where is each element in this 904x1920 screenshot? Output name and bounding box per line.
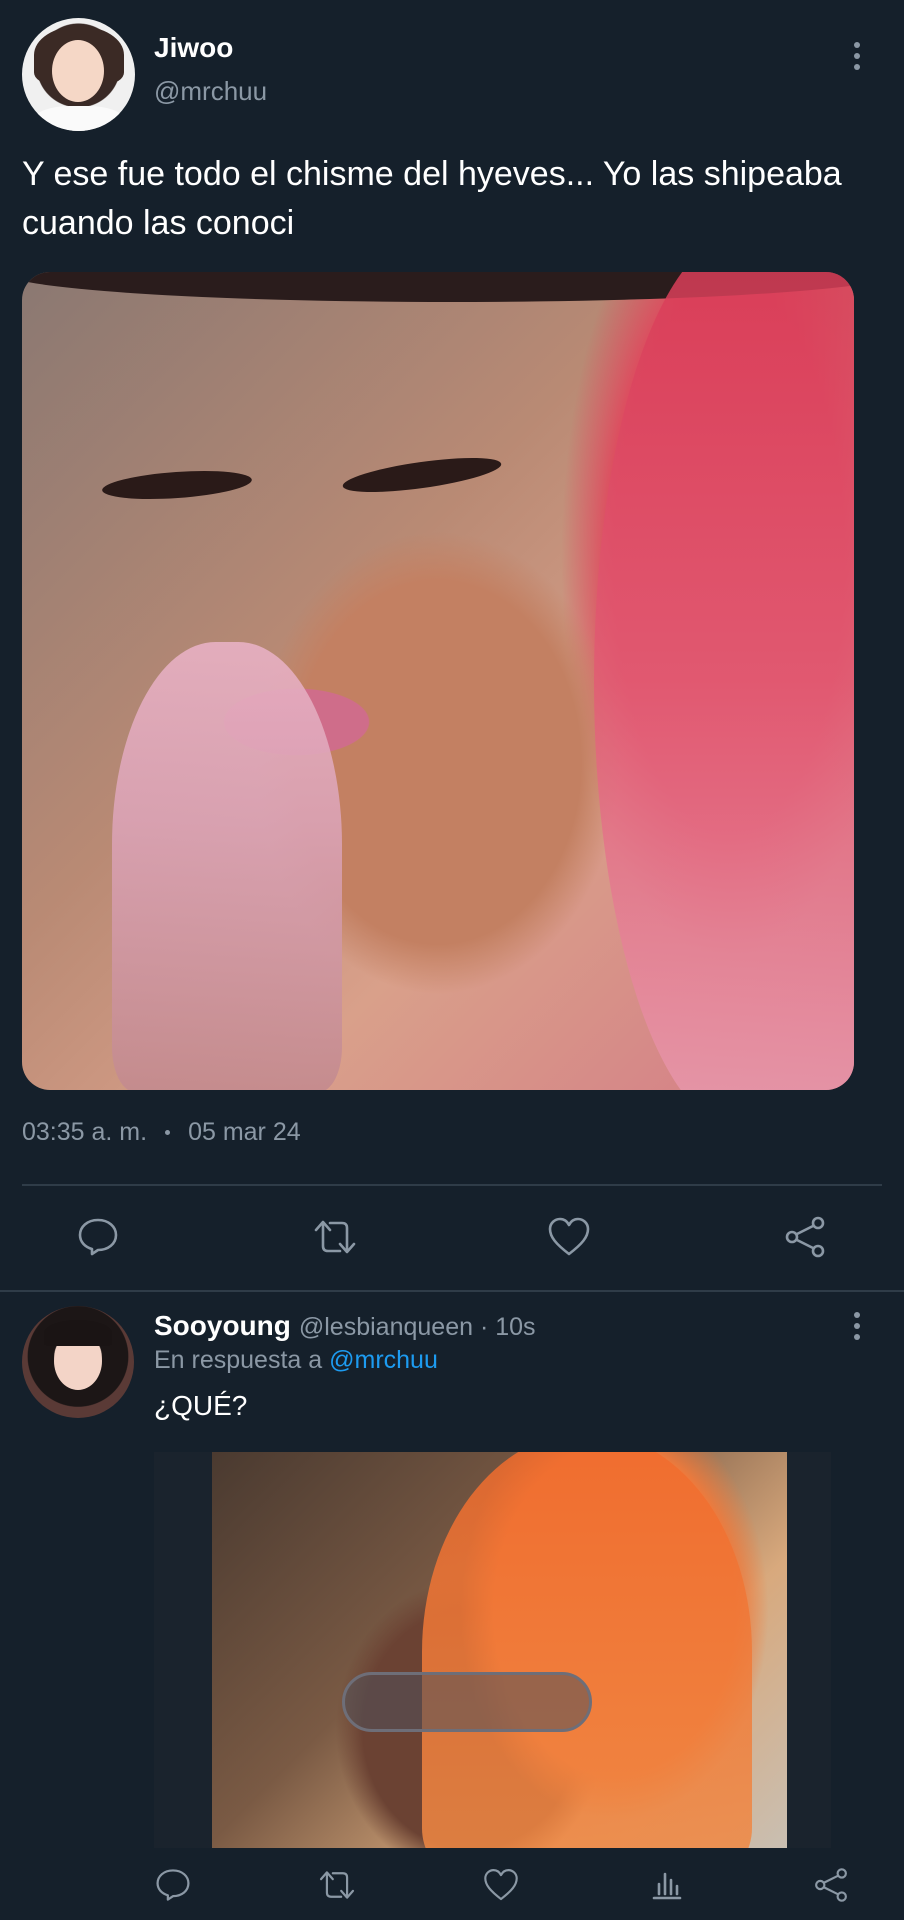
share-icon[interactable]	[778, 1211, 832, 1263]
retweet-icon[interactable]	[306, 1211, 364, 1263]
avatar-shirt	[32, 106, 126, 131]
tweet-date: 05 mar 24	[188, 1118, 301, 1146]
reply-icon[interactable]	[150, 1862, 196, 1908]
reply-mention-link[interactable]: @mrchuu	[329, 1346, 438, 1374]
reply-image[interactable]	[154, 1452, 831, 1848]
image-detail	[212, 1452, 787, 1848]
image-detail	[112, 642, 342, 1090]
tweet-actions	[0, 1205, 904, 1269]
image-detail	[340, 450, 504, 500]
reply-prefix: En respuesta a	[154, 1346, 323, 1374]
avatar-hair	[44, 1320, 112, 1346]
avatar-face	[52, 40, 104, 102]
retweet-icon[interactable]	[314, 1862, 360, 1908]
tweet-text: Y ese fue todo el chisme del hyeves... Y…	[22, 155, 842, 242]
tweet-image[interactable]	[22, 272, 854, 1090]
image-detail	[422, 1452, 752, 1848]
views-icon[interactable]	[644, 1862, 690, 1908]
reply-header: Sooyoung @lesbianqueen · 10s	[154, 1310, 536, 1342]
divider	[0, 1290, 904, 1292]
tweet-time: 03:35 a. m.	[22, 1118, 148, 1146]
avatar[interactable]	[22, 18, 135, 131]
image-detail	[101, 466, 253, 504]
like-icon[interactable]	[478, 1862, 524, 1908]
user-handle[interactable]: @mrchuu	[154, 76, 267, 107]
reply-icon[interactable]	[72, 1211, 124, 1263]
reply-context: En respuesta a @mrchuu	[154, 1346, 438, 1375]
reply-avatar[interactable]	[22, 1306, 134, 1418]
image-detail	[342, 1672, 592, 1732]
tweet-timestamp: 03:35 a. m. 05 mar 24	[22, 1118, 301, 1147]
reply-text: ¿QUÉ?	[154, 1390, 248, 1421]
share-icon[interactable]	[808, 1862, 854, 1908]
divider	[22, 1184, 882, 1186]
tweet-detail-page: Jiwoo @mrchuu Y ese fue todo el chisme d…	[0, 0, 904, 1920]
main-tweet: Jiwoo @mrchuu Y ese fue todo el chisme d…	[0, 0, 904, 1290]
reply-handle-time[interactable]: @lesbianqueen · 10s	[299, 1313, 536, 1342]
separator-dot	[165, 1130, 171, 1135]
like-icon[interactable]	[542, 1211, 596, 1263]
more-options-icon[interactable]	[853, 1312, 861, 1340]
image-detail	[594, 272, 854, 1090]
reply-display-name[interactable]: Sooyoung	[154, 1310, 291, 1342]
reply-actions	[0, 1860, 904, 1920]
display-name[interactable]: Jiwoo	[154, 32, 233, 64]
more-options-icon[interactable]	[853, 42, 861, 70]
